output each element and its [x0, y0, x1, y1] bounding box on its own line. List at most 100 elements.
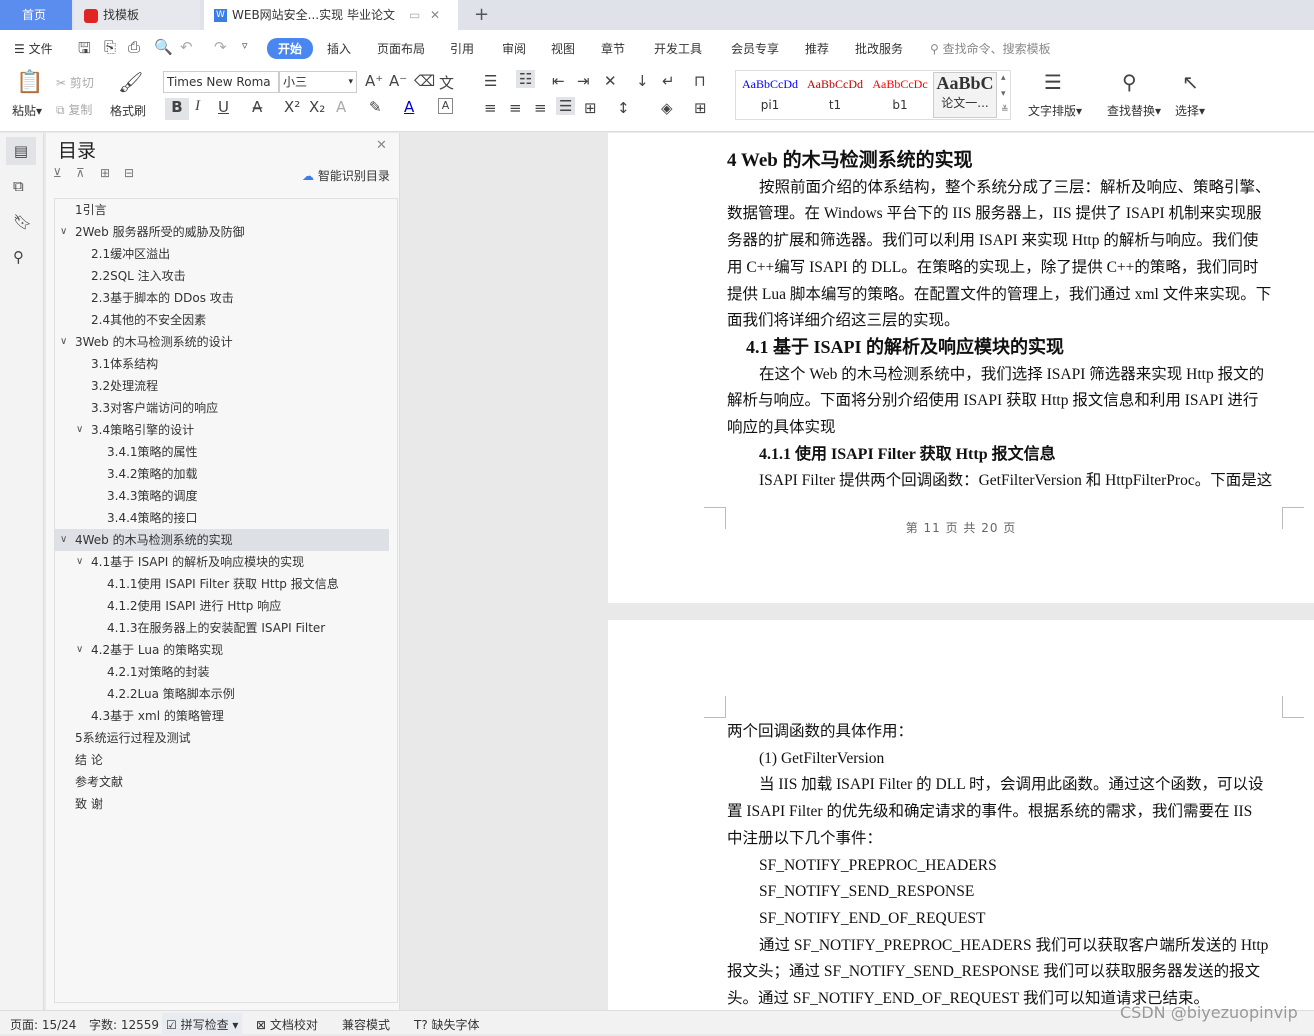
heading[interactable]: 4.1.1 使用 ISAPI Filter 获取 Http 报文信息 — [759, 441, 1314, 468]
menu-section[interactable]: 章节 — [601, 40, 625, 57]
customize-icon[interactable]: ▿ — [242, 39, 248, 52]
char-border-icon[interactable]: A — [438, 98, 453, 114]
toc-item[interactable]: 2.3基于脚本的 DDos 攻击 — [55, 287, 389, 309]
align-right-icon[interactable]: ≡ — [534, 99, 547, 117]
underline-icon[interactable]: U — [218, 98, 229, 116]
menu-view[interactable]: 视图 — [551, 40, 575, 57]
align-center-icon[interactable]: ≡ — [509, 99, 522, 117]
increase-indent-icon[interactable]: ⇥ — [577, 72, 590, 90]
missing-font-button[interactable]: T? 缺失字体 — [414, 1016, 480, 1033]
toc-item[interactable]: 3.3对客户端访问的响应 — [55, 397, 389, 419]
redo-icon[interactable]: ↷ — [214, 38, 227, 56]
scroll-up-icon[interactable]: ▴ — [1001, 73, 1006, 83]
paragraph-line[interactable]: 当 IIS 加载 ISAPI Filter 的 DLL 时，会调用此函数。通过这… — [759, 771, 1314, 798]
toc-item[interactable]: 4.3基于 xml 的策略管理 — [55, 705, 389, 727]
bullets-icon[interactable]: ☰ — [484, 72, 497, 90]
paragraph-line[interactable]: 务器的扩展和筛选器。我们可以利用 ISAPI 来实现 Http 的解析与响应。我… — [727, 227, 1283, 254]
toc-item[interactable]: 3.4.3策略的调度 — [55, 485, 389, 507]
paragraph-line[interactable]: 数据管理。在 Windows 平台下的 IIS 服务器上，IIS 提供了 ISA… — [727, 200, 1283, 227]
toc-item[interactable]: 4.2.1对策略的封装 — [55, 661, 389, 683]
justify-icon[interactable]: ☰ — [556, 97, 576, 115]
style-pi1[interactable]: AaBbCcDd pi1 — [738, 77, 802, 112]
clear-format-icon[interactable]: ⌫ — [414, 72, 435, 90]
close-panel-icon[interactable]: ✕ — [376, 138, 387, 153]
numbering-icon[interactable]: ☷ — [516, 70, 536, 88]
text-layout-button[interactable]: 文字排版▾ — [1028, 102, 1082, 119]
paragraph-line[interactable]: 置 ISAPI Filter 的优先级和确定请求的事件。根据系统的需求，我们需要… — [727, 798, 1283, 825]
smart-toc-button[interactable]: ☁ 智能识别目录 — [302, 167, 390, 184]
expand-gallery-icon[interactable]: ≚ — [1001, 105, 1009, 115]
align-left-icon[interactable]: ≡ — [484, 99, 497, 117]
save-icon[interactable]: 🖫 — [78, 38, 91, 63]
decrease-indent-icon[interactable]: ⇤ — [552, 72, 565, 90]
grow-font-icon[interactable]: A⁺ — [365, 72, 383, 90]
add-icon[interactable]: ⊞ — [100, 166, 110, 180]
paragraph-line[interactable]: 响应的具体实现 — [727, 414, 1283, 441]
toc-item[interactable]: 参考文献 — [55, 771, 389, 793]
collapse-all-icon[interactable]: ⊻ — [53, 166, 62, 180]
copy-button[interactable]: ⧉ 复制 — [56, 101, 92, 118]
file-menu[interactable]: ☰ 文件 — [14, 40, 53, 57]
pin-icon[interactable]: ▭ — [409, 0, 420, 30]
line-spacing-icon[interactable]: ↕ — [617, 99, 630, 117]
pinyin-icon[interactable]: 文 — [439, 72, 454, 93]
toc-item[interactable]: 4.2.2Lua 策略脚本示例 — [55, 683, 389, 705]
strikethrough-icon[interactable]: A̶ — [252, 98, 262, 116]
toc-item[interactable]: ∨ 4Web 的木马检测系统的实现 — [55, 529, 389, 551]
borders-icon[interactable]: ⊞ — [694, 99, 707, 117]
print-icon[interactable]: ⎙ — [128, 38, 140, 56]
new-tab-button[interactable]: + — [462, 0, 489, 30]
toc-item[interactable]: ∨ 3Web 的木马检测系统的设计 — [55, 331, 389, 353]
heading[interactable]: 4 Web 的木马检测系统的实现 — [727, 147, 1283, 174]
toc-item[interactable]: 3.2处理流程 — [55, 375, 389, 397]
paragraph-line[interactable]: 按照前面介绍的体系结构，整个系统分成了三层：解析及响应、策略引擎、 — [759, 174, 1314, 201]
shrink-font-icon[interactable]: A⁻ — [389, 72, 407, 90]
menu-devtools[interactable]: 开发工具 — [654, 40, 702, 57]
proofread-button[interactable]: ⊠ 文档校对 — [256, 1016, 318, 1033]
paragraph-line[interactable]: ISAPI Filter 提供两个回调函数：GetFilterVersion 和… — [759, 467, 1314, 494]
paragraph-line[interactable]: SF_NOTIFY_PREPROC_HEADERS — [759, 852, 1314, 879]
chevron-down-icon[interactable]: ∨ — [60, 529, 67, 551]
undo-icon[interactable]: ↶ — [180, 38, 193, 56]
paragraph-line[interactable]: 中注册以下几个事件： — [727, 825, 1283, 852]
menu-correction[interactable]: 批改服务 — [855, 40, 903, 57]
bookmark-icon[interactable]: 🔖︎ — [13, 213, 32, 231]
style-t1[interactable]: AaBbCcDd t1 — [803, 77, 867, 112]
spell-check-button[interactable]: ☑ 拼写检查 ▾ — [162, 1013, 243, 1036]
tab-home[interactable]: 首页 — [0, 0, 72, 30]
toc-item[interactable]: 3.1体系结构 — [55, 353, 389, 375]
line-break-icon[interactable]: ↵ — [662, 72, 675, 90]
style-thesis[interactable]: AaBbC 论文一... — [933, 72, 997, 118]
superscript-icon[interactable]: X² — [284, 98, 300, 116]
subscript-icon[interactable]: X₂ — [309, 98, 325, 116]
toc-item[interactable]: ∨ 3.4策略引擎的设计 — [55, 419, 389, 441]
toc-item[interactable]: ∨ 4.2基于 Lua 的策略实现 — [55, 639, 389, 661]
paragraph-line[interactable]: 两个回调函数的具体作用： — [727, 718, 1283, 745]
paragraph-line[interactable]: 提供 Lua 脚本编写的策略。在配置文件的管理上，我们通过 xml 文件来实现。… — [727, 281, 1283, 308]
toc-item[interactable]: 4.1.1使用 ISAPI Filter 获取 Http 报文信息 — [55, 573, 389, 595]
chevron-down-icon[interactable]: ∨ — [76, 419, 83, 441]
ruler-icon[interactable]: ⊓ — [694, 72, 706, 90]
toc-item[interactable]: 3.4.4策略的接口 — [55, 507, 389, 529]
font-name-select[interactable]: Times New Roma — [163, 71, 279, 93]
paragraph-line[interactable]: 在这个 Web 的木马检测系统中，我们选择 ISAPI 筛选器来实现 Http … — [759, 361, 1314, 388]
command-search[interactable]: ⚲ 查找命令、搜索模板 — [930, 40, 1051, 57]
menu-member[interactable]: 会员专享 — [731, 40, 779, 57]
text-effect-icon[interactable]: A — [336, 98, 346, 116]
paragraph-line[interactable]: SF_NOTIFY_END_OF_REQUEST — [759, 905, 1314, 932]
expand-up-icon[interactable]: ⊼ — [76, 166, 85, 180]
toc-item[interactable]: 结 论 — [55, 749, 389, 771]
word-count[interactable]: 字数: 12559 — [89, 1016, 159, 1033]
remove-icon[interactable]: ⊟ — [124, 166, 134, 180]
scroll-down-icon[interactable]: ▾ — [1001, 89, 1006, 99]
toc-item[interactable]: 4.1.2使用 ISAPI 进行 Http 响应 — [55, 595, 389, 617]
bold-icon[interactable]: B — [165, 98, 189, 120]
highlight-icon[interactable]: ✎ — [369, 98, 382, 116]
toc-item[interactable]: 1引言 — [55, 199, 389, 221]
font-color-icon[interactable]: A — [404, 98, 414, 116]
menu-recommend[interactable]: 推荐 — [805, 40, 829, 57]
paragraph-line[interactable]: (1) GetFilterVersion — [759, 745, 1314, 772]
menu-insert[interactable]: 插入 — [327, 40, 351, 57]
paragraph-line[interactable]: 用 C++编写 ISAPI 的 DLL。在策略的实现上，除了提供 C++的策略，… — [727, 254, 1283, 281]
find-replace-button[interactable]: 查找替换▾ — [1107, 102, 1161, 119]
